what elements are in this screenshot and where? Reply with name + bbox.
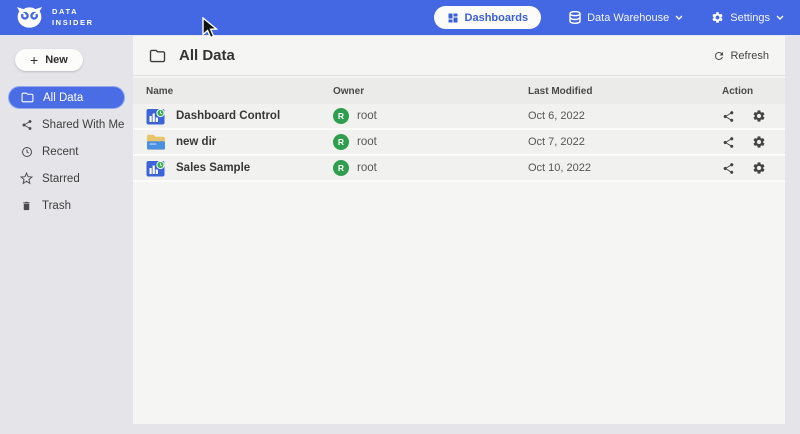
nav-settings-label: Settings (730, 12, 770, 24)
nav-dashboards-button[interactable]: Dashboards (434, 6, 542, 29)
folder-file-icon (146, 134, 166, 150)
owner-name: root (357, 110, 377, 122)
last-modified-date: Oct 7, 2022 (528, 136, 722, 148)
panel-header: All Data Refresh (133, 36, 785, 76)
share-button[interactable] (722, 162, 735, 175)
sidebar-item-label: All Data (43, 92, 83, 104)
dashboard-file-icon (146, 108, 166, 125)
new-button[interactable]: + New (15, 49, 83, 71)
last-modified-date: Oct 6, 2022 (528, 110, 722, 122)
logo-line-1: DATA (52, 7, 94, 18)
logo-line-2: INSIDER (52, 18, 94, 29)
sidebar-list: All Data Shared With Me Recent Starred (0, 86, 133, 217)
owner-avatar: R (333, 160, 349, 176)
sidebar-item-label: Shared With Me (42, 119, 124, 131)
sidebar-item-starred[interactable]: Starred (8, 167, 125, 190)
sidebar-item-trash[interactable]: Trash (8, 194, 125, 217)
last-modified-date: Oct 10, 2022 (528, 162, 722, 174)
gear-button[interactable] (752, 161, 766, 175)
gear-button[interactable] (752, 109, 766, 123)
top-header: DATA INSIDER Dashboards Data Warehouse (0, 0, 800, 35)
sidebar-item-recent[interactable]: Recent (8, 140, 125, 163)
table-row[interactable]: Dashboard Control R root Oct 6, 2022 (133, 104, 785, 130)
database-icon (569, 11, 581, 24)
top-nav: Dashboards Data Warehouse Settings (434, 6, 784, 29)
table-row[interactable]: new dir R root Oct 7, 2022 (133, 130, 785, 156)
column-header-action: Action (722, 86, 785, 97)
column-header-name: Name (146, 86, 333, 97)
sidebar-item-label: Trash (42, 200, 71, 212)
nav-dashboards-label: Dashboards (465, 12, 529, 24)
refresh-icon (713, 50, 725, 62)
folder-icon (21, 92, 34, 103)
share-icon (20, 119, 33, 131)
owner-avatar: R (333, 108, 349, 124)
sidebar-item-label: Recent (42, 146, 78, 158)
star-icon (20, 172, 33, 185)
owner-name: root (357, 162, 377, 174)
share-button[interactable] (722, 136, 735, 149)
chevron-down-icon (675, 15, 683, 20)
column-header-owner: Owner (333, 86, 528, 97)
plus-icon: + (30, 53, 38, 67)
refresh-button[interactable]: Refresh (713, 50, 769, 62)
page-title: All Data (179, 47, 235, 64)
owl-logo-icon (16, 6, 43, 29)
file-name: Dashboard Control (176, 110, 280, 122)
main-panel: All Data Refresh Name Owner Last Modifie… (133, 36, 785, 424)
nav-data-warehouse-button[interactable]: Data Warehouse (569, 11, 683, 24)
gear-icon (711, 11, 724, 24)
owner-name: root (357, 136, 377, 148)
owner-avatar: R (333, 134, 349, 150)
trash-icon (20, 200, 33, 212)
nav-data-warehouse-label: Data Warehouse (587, 12, 669, 24)
folder-icon (149, 49, 166, 63)
column-header-last-modified: Last Modified (528, 86, 722, 97)
table-row[interactable]: Sales Sample R root Oct 10, 2022 (133, 156, 785, 182)
table-header: Name Owner Last Modified Action (133, 78, 785, 104)
sidebar-item-label: Starred (42, 173, 80, 185)
file-name: new dir (176, 136, 216, 148)
nav-settings-button[interactable]: Settings (711, 11, 784, 24)
sidebar-item-all-data[interactable]: All Data (8, 86, 125, 109)
gear-button[interactable] (752, 135, 766, 149)
sidebar-item-shared-with-me[interactable]: Shared With Me (8, 113, 125, 136)
app-logo: DATA INSIDER (16, 6, 94, 29)
refresh-label: Refresh (730, 50, 769, 62)
file-name: Sales Sample (176, 162, 250, 174)
share-button[interactable] (722, 110, 735, 123)
new-button-label: New (45, 54, 68, 66)
dashboard-grid-icon (447, 12, 459, 24)
chevron-down-icon (776, 15, 784, 20)
clock-icon (20, 146, 33, 158)
sidebar: + New All Data Shared With Me Recent (0, 35, 133, 434)
dashboard-file-icon (146, 160, 166, 177)
